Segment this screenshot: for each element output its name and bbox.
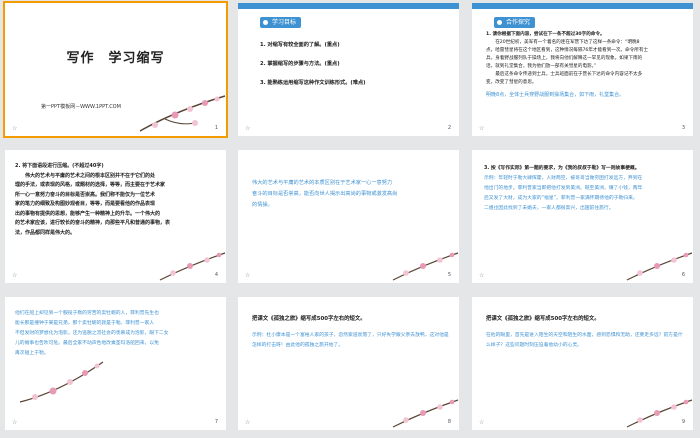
star-icon[interactable]: ☆	[479, 419, 484, 426]
answer-text: 伟大的艺术与平庸的艺术的本质区别在于艺术家一心一意努力 奋斗的目标是否崇高，能否…	[252, 180, 398, 208]
task-text: 把课文《孤独之旅》缩写成500字左右的短文。	[252, 316, 366, 322]
task-text: 把课文《孤独之旅》缩写成500字左右的短文。	[486, 316, 600, 322]
star-icon[interactable]: ☆	[245, 125, 250, 132]
slide-4[interactable]: 2. 将下面语段进行压缩。(不超过40字) 伟大的艺术与平庸的艺术之间的根本区别…	[5, 150, 226, 283]
section-tag: 合作探究	[494, 17, 536, 28]
slide-number: 3	[681, 125, 685, 131]
slide-8[interactable]: 把课文《孤独之旅》缩写成500字左右的短文。 示例：杜小康本是一个富裕人家的孩子…	[238, 297, 459, 430]
answer-text: 明晚8点，全体士兵穿野战服到操场集合，如下雨，礼堂集合。	[486, 92, 625, 98]
header-bar	[238, 3, 459, 9]
bullet-icon	[497, 20, 502, 25]
answer-text: 他们在船上却见到一个服役于勒的穷苦的卖牡蛎的人，菲利普先生也 能长那是撞钟于某是…	[15, 311, 169, 356]
goal-line-3: 3. 能熟练运用缩写这种作文训练形式。(难点)	[260, 80, 366, 86]
goal-line-2: 2. 掌握缩写的步骤与方法。(重点)	[260, 61, 340, 67]
slide-number: 2	[447, 125, 451, 131]
goal-line-1: 1. 对缩写有较全面的了解。(重点)	[260, 42, 340, 48]
slide-3[interactable]: 合作探究 1. 请你根据下面内容，尝试在下一条不超过30字的命令。 在20世纪初…	[472, 3, 693, 136]
slide-number: 8	[447, 419, 451, 425]
slide-number: 7	[214, 419, 218, 425]
slide-5[interactable]: 伟大的艺术与平庸的艺术的本质区别在于艺术家一心一意努力 奋斗的目标是否崇高，能否…	[238, 150, 459, 283]
star-icon[interactable]: ☆	[12, 419, 17, 426]
star-icon[interactable]: ☆	[245, 419, 250, 426]
star-icon[interactable]: ☆	[12, 272, 17, 279]
star-icon[interactable]: ☆	[245, 272, 250, 279]
header-bar	[472, 3, 693, 9]
slide-7[interactable]: 他们在船上却见到一个服役于勒的穷苦的卖牡蛎的人，菲利普先生也 能长那是撞钟于某是…	[5, 297, 226, 430]
bullet-icon	[263, 20, 268, 25]
slide-2[interactable]: 学习目标 1. 对缩写有较全面的了解。(重点) 2. 掌握缩写的步骤与方法。(重…	[238, 3, 459, 136]
slide-number: 9	[681, 419, 685, 425]
slide-number: 5	[447, 272, 451, 278]
slide-9[interactable]: 把课文《孤独之旅》缩写成500字左右的短文。 在他的眼里，首先是进入陌生的天空和…	[472, 297, 693, 430]
slide-6[interactable]: 3. 按《写作实际》第一题的要求，为《我的叔叔于勒》写一则故事梗概。 示例：年轻…	[472, 150, 693, 283]
exercise-text: 3. 按《写作实际》第一题的要求，为《我的叔叔于勒》写一则故事梗概。 示例：年轻…	[484, 166, 643, 211]
slide-1[interactable]: 写作 学习缩写 第一PPT模板网－WWW.1PPT.COM ☆ 1	[3, 1, 228, 138]
slide-subtitle: 第一PPT模板网－WWW.1PPT.COM	[41, 104, 121, 110]
exercise-text: 2. 将下面语段进行压缩。(不超过40字) 伟大的艺术与平庸的艺术之间的根本区别…	[15, 163, 171, 236]
slide-number: 1	[214, 125, 218, 131]
slide-number: 4	[214, 272, 218, 278]
star-icon[interactable]: ☆	[12, 125, 17, 132]
star-icon[interactable]: ☆	[479, 125, 484, 132]
slide-number: 6	[681, 272, 685, 278]
question-text: 1. 请你根据下面内容，尝试在下一条不超过30字的命令。 在20世纪初，美军有一…	[486, 32, 649, 85]
blossom-decoration	[19, 361, 104, 403]
blossom-decoration	[139, 95, 226, 132]
star-icon[interactable]: ☆	[479, 272, 484, 279]
section-tag: 学习目标	[260, 17, 302, 28]
answer-text: 在他的眼里，首先是进入陌生的天空和陌生的水面，感到恐惧和无助，还要走多远？前方是…	[486, 333, 683, 348]
slide-title: 写作 学习缩写	[66, 51, 165, 66]
answer-text: 示例：杜小康本是一个富裕人家的孩子，忽然家道衰落了，只好失学跟父亲去放鸭，这对他…	[252, 333, 449, 348]
